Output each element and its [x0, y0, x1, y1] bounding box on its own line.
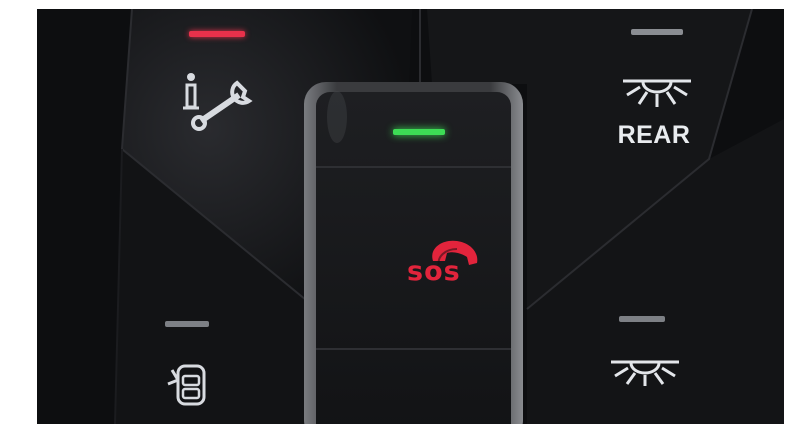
info-service-button[interactable]: [167, 23, 287, 163]
info-wrench-icon: [183, 73, 253, 131]
door-lock-button[interactable]: [132, 309, 252, 424]
interior-light-indicator-led: [619, 316, 665, 322]
sos-indicator-led: [393, 129, 445, 135]
info-service-indicator-led: [189, 31, 245, 37]
rear-light-indicator-led: [631, 29, 683, 35]
rear-light-label: REAR: [617, 121, 691, 149]
sos-label: SOS: [407, 256, 461, 287]
door-lock-indicator-led: [165, 321, 209, 327]
overhead-control-panel: REAR SOS: [37, 9, 784, 424]
interior-light-button[interactable]: [597, 309, 727, 424]
car-door-lock-icon: [167, 364, 206, 406]
interior-dome-light-icon: [611, 360, 679, 386]
rear-dome-light-icon: [623, 79, 691, 107]
